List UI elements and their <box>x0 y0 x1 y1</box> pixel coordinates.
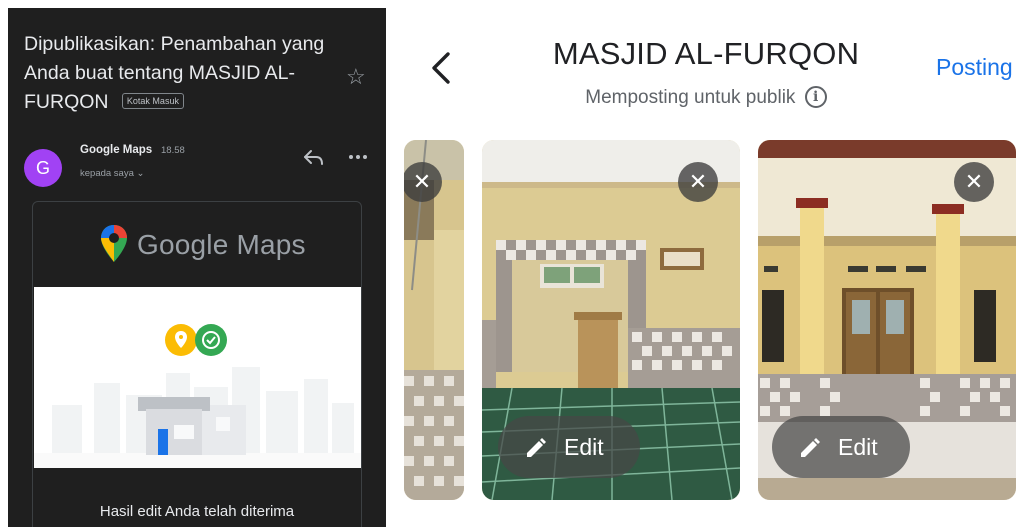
post-visibility: Memposting untuk publik i <box>486 86 926 109</box>
more-icon[interactable] <box>346 146 370 168</box>
screenshot-root: Dipublikasikan: Penambahan yang Anda bua… <box>0 0 1027 527</box>
photo-card[interactable]: ✕ <box>404 140 464 500</box>
back-chevron-icon[interactable] <box>426 48 456 88</box>
edit-accepted-text: Hasil edit Anda telah diterima <box>99 503 295 520</box>
email-body-card: Google Maps Hasil edit Anda telah diteri… <box>32 201 362 527</box>
recipient-dropdown[interactable]: kepada saya ⌄ <box>80 168 144 179</box>
star-icon[interactable]: ☆ <box>346 66 366 88</box>
logo-text: Google Maps <box>137 229 306 260</box>
photo-card[interactable]: ✕ Edit <box>758 140 1016 500</box>
pencil-icon <box>527 438 546 457</box>
gmail-email-panel: Dipublikasikan: Penambahan yang Anda bua… <box>8 8 386 527</box>
info-icon[interactable]: i <box>804 86 827 108</box>
sender-name: Google Maps <box>80 144 153 156</box>
remove-photo-button[interactable]: ✕ <box>954 162 994 202</box>
email-subject: Dipublikasikan: Penambahan yang Anda bua… <box>24 30 334 117</box>
google-maps-logo: Google Maps <box>99 222 319 266</box>
sender-avatar[interactable]: G <box>24 149 62 187</box>
remove-photo-button[interactable]: ✕ <box>678 162 718 202</box>
edit-label: Edit <box>564 434 604 460</box>
edit-label: Edit <box>838 434 878 460</box>
posting-button[interactable]: Posting <box>936 54 1013 81</box>
close-icon: ✕ <box>412 169 432 194</box>
close-icon: ✕ <box>964 169 984 194</box>
inbox-label-badge[interactable]: Kotak Masuk <box>121 92 184 109</box>
edit-photo-button[interactable]: Edit <box>498 416 640 478</box>
reply-icon[interactable] <box>302 146 326 168</box>
maps-pin-icon <box>101 225 127 262</box>
close-icon: ✕ <box>688 169 708 194</box>
email-time: 18.58 <box>161 145 185 156</box>
pencil-icon <box>801 438 820 457</box>
photo-card[interactable]: ✕ Edit <box>482 140 740 500</box>
post-visibility-text: Memposting untuk publik <box>585 87 796 109</box>
place-title: MASJID AL-FURQON <box>552 36 860 71</box>
edit-photo-button[interactable]: Edit <box>772 416 910 478</box>
edit-accepted-illustration <box>34 287 361 468</box>
maps-post-panel: MASJID AL-FURQON Memposting untuk publik… <box>386 0 1027 527</box>
